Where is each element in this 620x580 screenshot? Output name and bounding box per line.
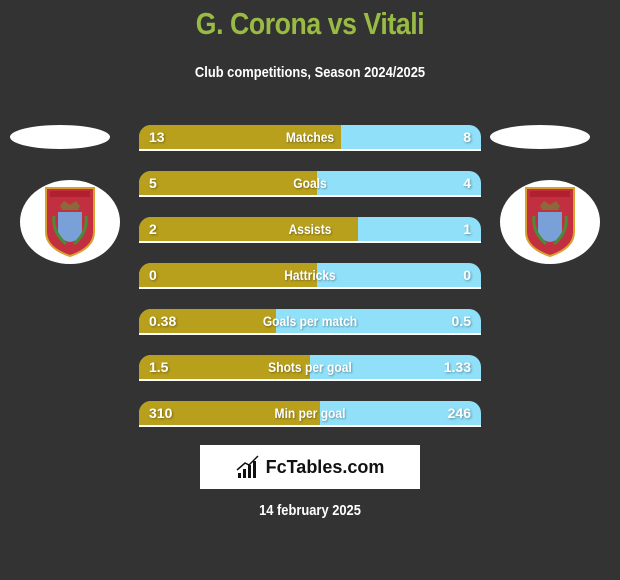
brand-text: FcTables.com (265, 456, 385, 477)
stat-label: Goals (293, 175, 327, 191)
right-value: 0.5 (451, 313, 471, 329)
left-team-name-oval (10, 125, 110, 149)
competition-subtitle: Club competitions, Season 2024/2025 (194, 64, 426, 81)
right-value: 0 (463, 267, 471, 283)
stat-row: 2 Assists 1 (139, 217, 481, 243)
right-value: 1 (463, 221, 471, 237)
right-value: 8 (463, 129, 471, 145)
left-value: 0 (149, 267, 157, 283)
stat-row: 0.38 Goals per match 0.5 (139, 309, 481, 335)
fctables-logo[interactable]: FcTables.com (200, 445, 420, 489)
right-value: 4 (463, 175, 471, 191)
club-crest-icon (45, 187, 95, 258)
left-value: 2 (149, 221, 157, 237)
left-team-logo[interactable] (20, 180, 120, 264)
stat-row: 5 Goals 4 (139, 171, 481, 197)
stat-row: 0 Hattricks 0 (139, 263, 481, 289)
page-title: G. Corona vs Vitali (195, 6, 425, 41)
stat-label: Min per goal (274, 405, 346, 421)
date-label: 14 february 2025 (259, 502, 361, 519)
stat-row: 310 Min per goal 246 (139, 401, 481, 427)
right-value: 1.33 (443, 359, 471, 375)
stat-row: 13 Matches 8 (139, 125, 481, 151)
right-team-logo[interactable] (500, 180, 600, 264)
stat-label: Shots per goal (268, 359, 352, 375)
stat-label: Assists (288, 221, 332, 237)
stat-label: Hattricks (284, 267, 336, 283)
left-value: 5 (149, 175, 157, 191)
right-value: 246 (447, 405, 471, 421)
stat-label: Matches (285, 129, 335, 145)
stat-label: Goals per match (262, 313, 358, 329)
stat-row: 1.5 Shots per goal 1.33 (139, 355, 481, 381)
bar-chart-icon (236, 455, 259, 478)
right-team-name-oval (490, 125, 590, 149)
club-crest-icon (525, 187, 575, 258)
